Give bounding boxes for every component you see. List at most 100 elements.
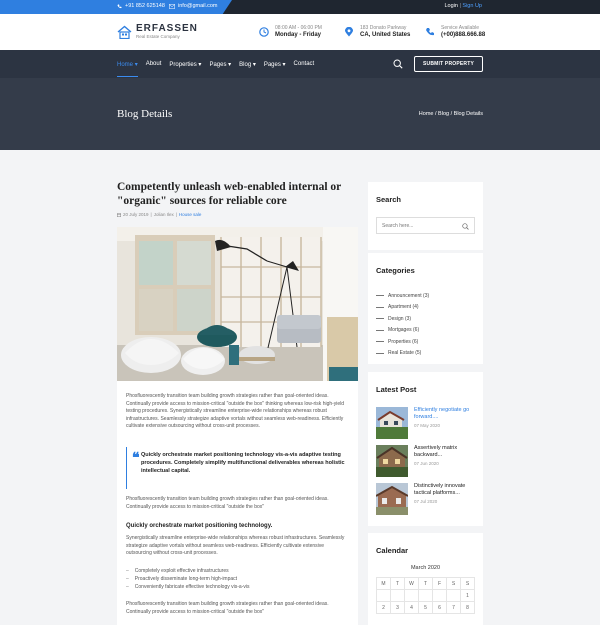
weekday-label: S <box>446 577 461 590</box>
article-paragraph-4: Phosfluorescently transition team buildi… <box>126 601 329 615</box>
calendar-month: March 2020 <box>410 565 441 571</box>
category-item[interactable]: Design (3) <box>376 313 429 325</box>
calendar-day[interactable] <box>418 589 433 602</box>
mail-icon <box>169 3 175 9</box>
page-title-band: Blog Details Home / Blog / Blog Details <box>0 78 600 150</box>
breadcrumb[interactable]: Home / Blog / Blog Details <box>419 111 483 117</box>
weekday-label: S <box>460 577 475 590</box>
nav-item-properties[interactable]: Properties ▾ <box>169 61 201 68</box>
post-thumbnail[interactable] <box>376 407 408 439</box>
quote-text: Quickly orchestrate market positioning t… <box>141 452 345 474</box>
chevron-down-icon: ▾ <box>134 61 138 68</box>
signup-link[interactable]: Sign Up <box>462 3 482 9</box>
calendar-day[interactable]: 6 <box>432 601 447 614</box>
quote-icon: ❝ <box>132 451 140 466</box>
calendar-day[interactable] <box>376 589 391 602</box>
calendar-icon <box>117 212 121 217</box>
widget-title: Categories <box>376 266 415 275</box>
calendar-week-row: 1 <box>376 589 475 602</box>
nav-item-contact[interactable]: Contact <box>294 61 315 67</box>
calendar-day[interactable] <box>432 589 447 602</box>
nav-item-blog[interactable]: Blog ▾ <box>239 61 256 68</box>
latest-post[interactable]: Distinctively innovate tactical platform… <box>376 483 474 515</box>
nav-item-home[interactable]: Home ▾ <box>117 61 138 77</box>
category-item[interactable]: Apartment (4) <box>376 302 429 314</box>
chevron-down-icon: ▾ <box>252 61 256 68</box>
calendar-day[interactable]: 1 <box>460 589 475 602</box>
logo-tagline: Real Estate Company <box>136 34 180 39</box>
map-pin-icon <box>345 26 353 36</box>
site-header: ERFASSEN Real Estate Company 08:00 AM - … <box>0 14 600 50</box>
latest-post[interactable]: Efficiently negotiate go forward.... 07 … <box>376 407 474 439</box>
nav-item-about[interactable]: About <box>146 61 162 67</box>
post-title[interactable]: Distinctively innovate tactical platform… <box>414 483 474 497</box>
weekday-label: M <box>376 577 391 590</box>
opening-hours: 08:00 AM - 06:00 PM Monday - Friday <box>259 25 322 38</box>
nav-item-pages-2[interactable]: Pages ▾ <box>264 61 286 68</box>
phone-number: +91 852 625148 <box>125 3 165 9</box>
calendar-day[interactable]: 3 <box>390 601 405 614</box>
account-links: Login | Sign Up <box>444 3 482 9</box>
service-number[interactable]: (+00)888.666.88 <box>441 32 485 38</box>
article-title: Competently unleash web-enabled internal… <box>117 181 342 207</box>
weekday-label: T <box>418 577 433 590</box>
calendar-day[interactable]: 2 <box>376 601 391 614</box>
link-separator: | <box>459 3 461 9</box>
top-bar: +91 852 625148 info@gmail.com Login | Si… <box>0 0 600 14</box>
address-street: 183 Donato Parkway <box>360 25 407 31</box>
article-author[interactable]: Jolian Ilex <box>154 212 174 217</box>
category-item[interactable]: Properties (6) <box>376 336 429 348</box>
article-paragraph-1: Phosfluorescently transition team buildi… <box>126 393 345 430</box>
post-date: 07 Jul 2020 <box>414 499 438 504</box>
search-widget: Search Search here... <box>368 182 483 250</box>
widget-title: Search <box>376 195 402 204</box>
article-subheading: Quickly orchestrate market positioning t… <box>126 523 273 529</box>
email-contact[interactable]: info@gmail.com <box>169 3 218 9</box>
post-date: 07 May 2020 <box>414 423 441 428</box>
calendar-day[interactable] <box>446 589 461 602</box>
article-bullet-list: Completely exploit effective infrastruct… <box>126 567 250 591</box>
hours-time: 08:00 AM - 06:00 PM <box>275 25 322 31</box>
service-phone: Service Available (+00)888.666.88 <box>425 25 485 38</box>
calendar-day[interactable]: 7 <box>446 601 461 614</box>
post-title[interactable]: Assertively matrix backward... <box>414 445 474 459</box>
page-title: Blog Details <box>117 108 173 120</box>
category-list: Announcement (3) Apartment (4) Design (3… <box>376 290 429 359</box>
calendar-day[interactable] <box>404 589 419 602</box>
article-category[interactable]: House sale <box>179 212 202 217</box>
category-item[interactable]: Announcement (3) <box>376 290 429 302</box>
calendar-day[interactable] <box>390 589 405 602</box>
submit-property-button[interactable]: SUBMIT PROPERTY <box>414 56 483 72</box>
widget-title: Calendar <box>376 546 409 555</box>
logo-name: ERFASSEN <box>136 23 198 34</box>
meta-separator: | <box>175 212 177 217</box>
calendar-day[interactable]: 8 <box>460 601 475 614</box>
calendar-widget: Calendar March 2020 M T W T F S S 1 2 3 … <box>368 533 483 625</box>
latest-post[interactable]: Assertively matrix backward... 07 Jun 20… <box>376 445 474 477</box>
chevron-down-icon: ▾ <box>228 61 232 68</box>
nav-item-pages[interactable]: Pages ▾ <box>209 61 231 68</box>
email-address: info@gmail.com <box>178 3 218 9</box>
chevron-down-icon: ▾ <box>198 61 202 68</box>
search-icon[interactable] <box>393 59 403 69</box>
calendar-grid: M T W T F S S 1 2 3 4 5 6 7 8 <box>376 577 475 614</box>
weekday-label: T <box>390 577 405 590</box>
post-thumbnail[interactable] <box>376 445 408 477</box>
meta-separator: | <box>150 212 152 217</box>
calendar-day[interactable]: 4 <box>404 601 419 614</box>
list-item: Conveniently fabricate effective technol… <box>126 583 250 591</box>
article-paragraph-3: Synergistically streamline enterprise-wi… <box>126 535 345 557</box>
post-date: 07 Jun 2020 <box>414 461 439 466</box>
post-title[interactable]: Efficiently negotiate go forward.... <box>414 407 474 421</box>
calendar-day[interactable]: 5 <box>418 601 433 614</box>
category-item[interactable]: Mortgages (6) <box>376 325 429 337</box>
office-address: 183 Donato Parkway CA, United States <box>344 25 410 38</box>
post-thumbnail[interactable] <box>376 483 408 515</box>
sidebar-search-input[interactable]: Search here... <box>376 217 475 234</box>
phone-icon <box>426 27 434 35</box>
login-link[interactable]: Login <box>444 3 457 9</box>
category-item[interactable]: Real Estate (5) <box>376 348 429 360</box>
phone-contact[interactable]: +91 852 625148 <box>117 3 165 9</box>
site-logo[interactable]: ERFASSEN Real Estate Company <box>117 24 198 39</box>
search-icon[interactable] <box>462 223 469 230</box>
